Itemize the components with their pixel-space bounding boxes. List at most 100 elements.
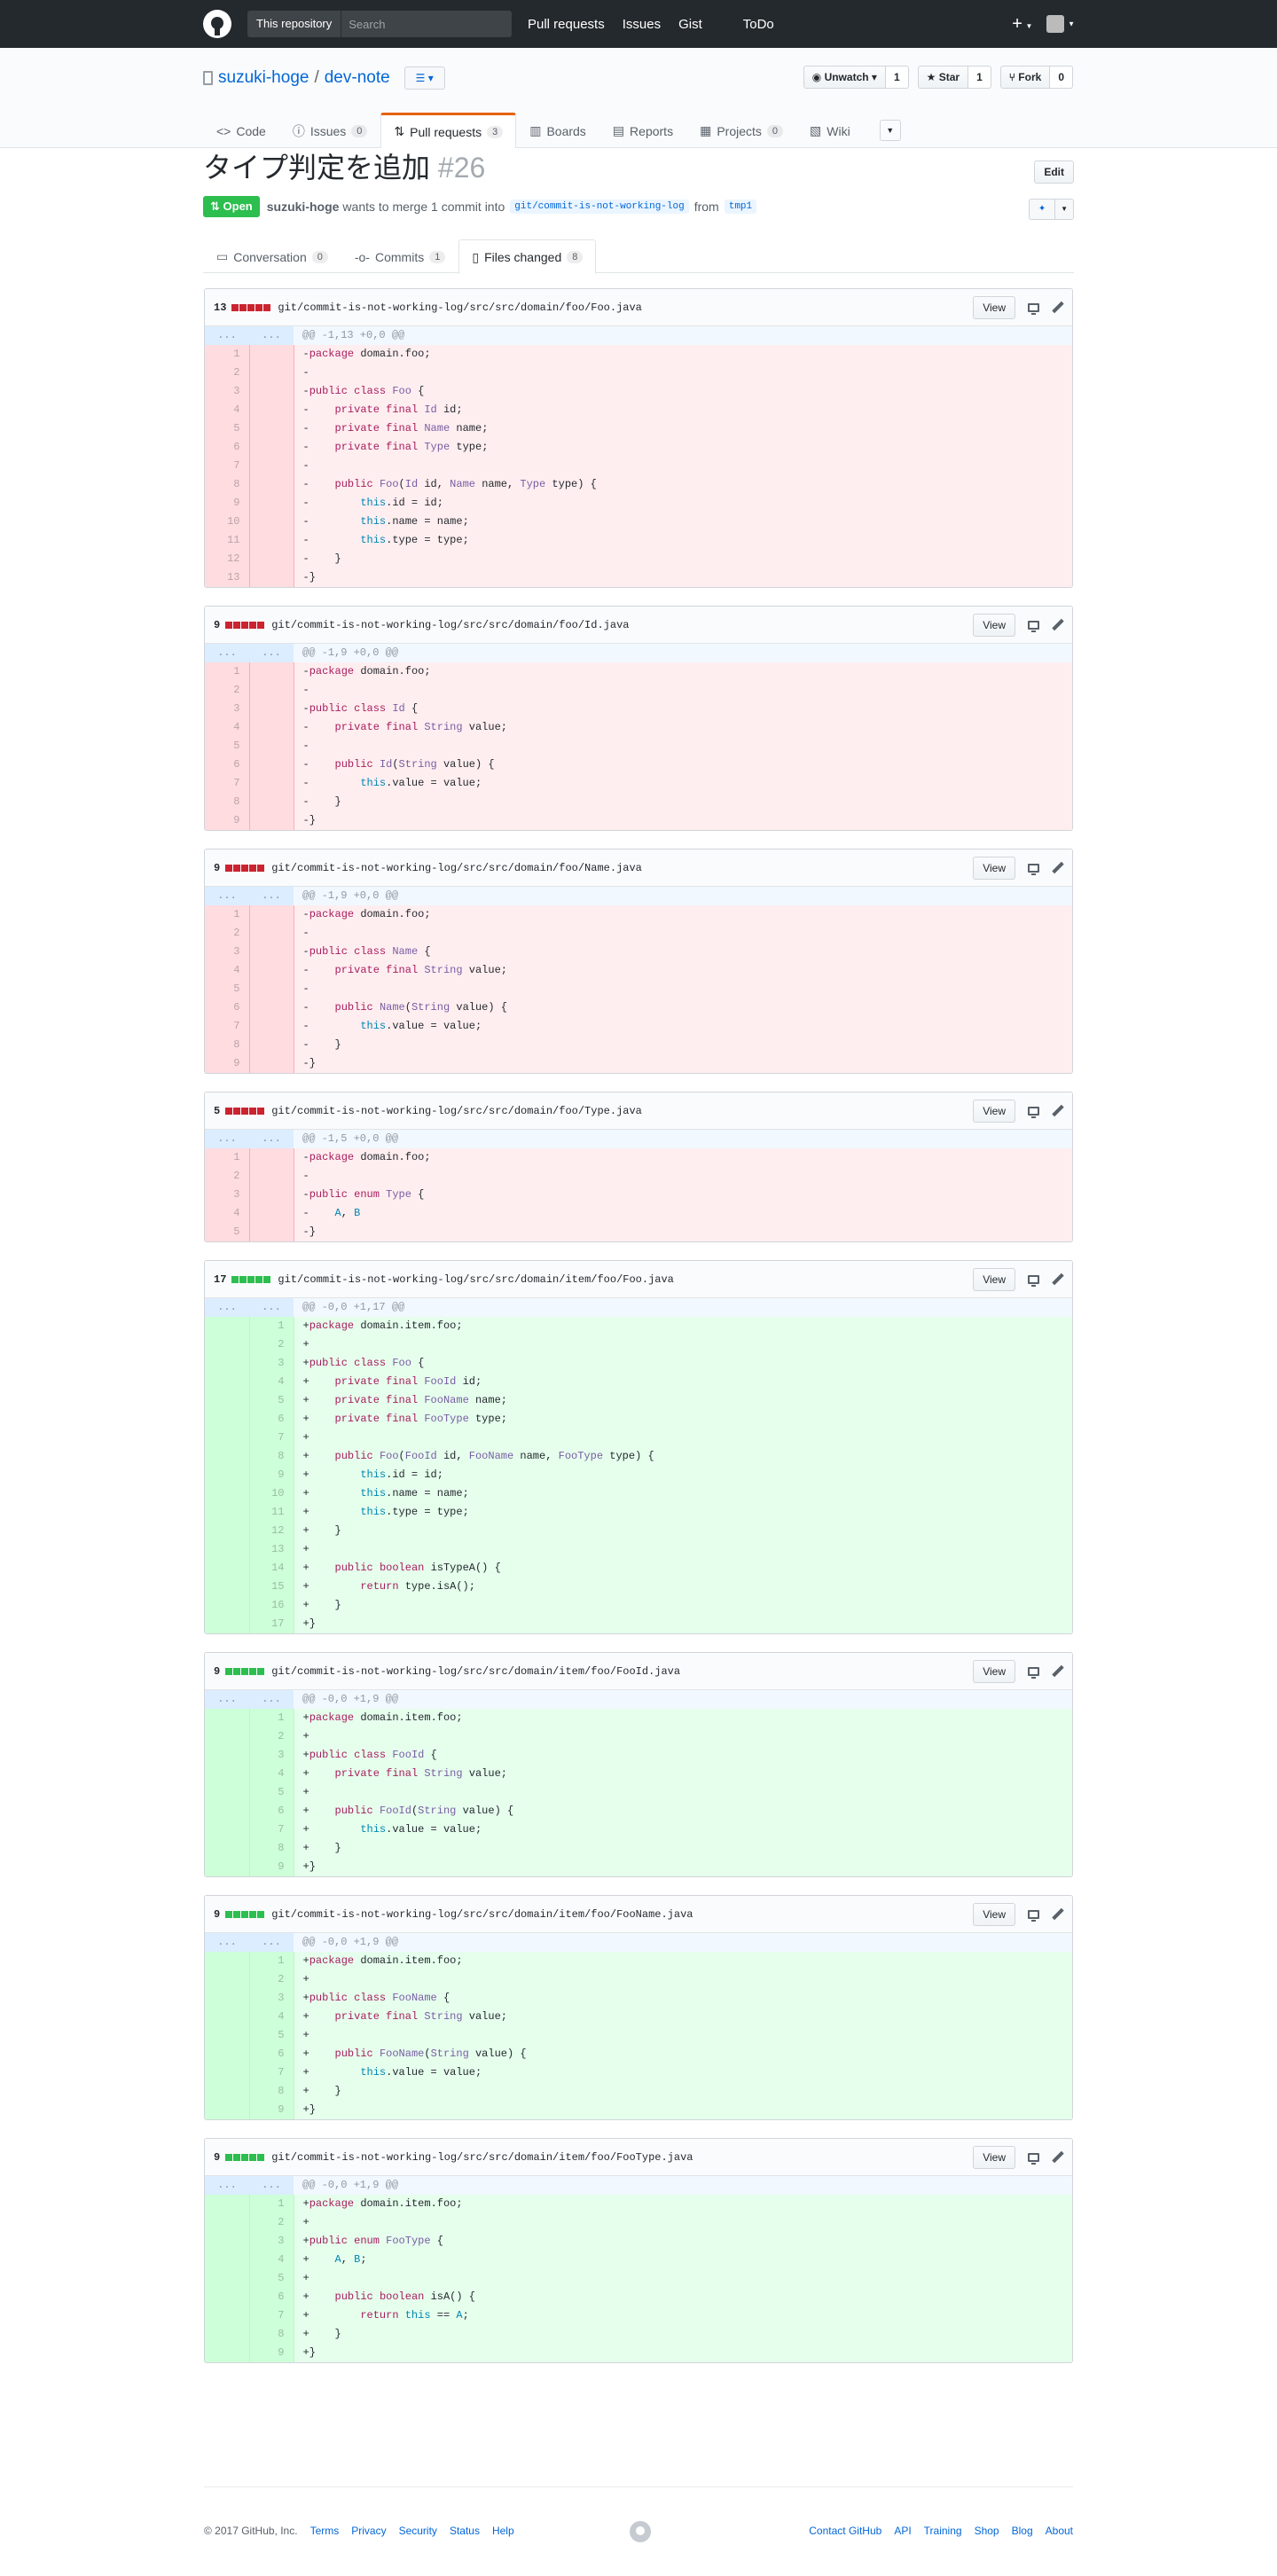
line-number-old[interactable] bbox=[205, 1727, 250, 1746]
line-number-new[interactable] bbox=[249, 905, 294, 924]
pencil-icon[interactable] bbox=[1052, 2151, 1063, 2163]
line-number-old[interactable] bbox=[205, 1540, 250, 1559]
line-number-old[interactable]: 7 bbox=[205, 457, 250, 475]
expand-up-icon[interactable]: ... bbox=[205, 644, 249, 662]
line-number-new[interactable]: 5 bbox=[249, 1391, 294, 1410]
line-number-old[interactable]: 6 bbox=[205, 438, 250, 457]
head-branch[interactable]: tmp1 bbox=[724, 200, 757, 214]
diff-settings-dropdown[interactable]: ▼ bbox=[1055, 199, 1074, 220]
line-number-new[interactable] bbox=[249, 382, 294, 401]
tab-pull-requests[interactable]: ⇅ Pull requests 3 bbox=[380, 113, 517, 148]
line-number-old[interactable] bbox=[205, 2251, 250, 2269]
line-number-old[interactable] bbox=[205, 2026, 250, 2045]
line-number-new[interactable]: 12 bbox=[249, 1522, 294, 1540]
line-number-old[interactable] bbox=[205, 1615, 250, 1633]
line-number-new[interactable] bbox=[249, 513, 294, 531]
line-number-new[interactable]: 9 bbox=[249, 2101, 294, 2119]
pencil-icon[interactable] bbox=[1052, 619, 1063, 630]
line-number-old[interactable] bbox=[205, 1559, 250, 1578]
file-path[interactable]: git/commit-is-not-working-log/src/src/do… bbox=[271, 2151, 693, 2164]
github-mark-icon[interactable] bbox=[630, 2521, 651, 2542]
line-number-old[interactable]: 9 bbox=[205, 811, 250, 830]
line-number-new[interactable]: 15 bbox=[249, 1578, 294, 1596]
line-number-new[interactable] bbox=[249, 793, 294, 811]
file-path[interactable]: git/commit-is-not-working-log/src/src/do… bbox=[271, 1908, 693, 1921]
line-number-new[interactable]: 11 bbox=[249, 1503, 294, 1522]
tab-reports[interactable]: ▤ Reports bbox=[599, 113, 686, 148]
nav-pull-requests[interactable]: Pull requests bbox=[528, 17, 605, 32]
footer-link-api[interactable]: API bbox=[894, 2525, 911, 2537]
view-file-button[interactable]: View bbox=[973, 856, 1015, 880]
line-number-new[interactable]: 2 bbox=[249, 1335, 294, 1354]
line-number-old[interactable] bbox=[205, 1503, 250, 1522]
line-number-old[interactable] bbox=[205, 2063, 250, 2082]
line-number-new[interactable]: 8 bbox=[249, 1839, 294, 1858]
diff-settings-button[interactable]: ✦ bbox=[1029, 199, 1056, 220]
expand-down-icon[interactable]: ... bbox=[249, 326, 294, 345]
tab-conversation[interactable]: ▭ Conversation 0 bbox=[203, 239, 341, 273]
line-number-old[interactable] bbox=[205, 1354, 250, 1373]
tab-commits[interactable]: -o- Commits 1 bbox=[341, 239, 458, 273]
line-number-old[interactable] bbox=[205, 1765, 250, 1783]
line-number-old[interactable] bbox=[205, 2082, 250, 2101]
line-number-old[interactable]: 4 bbox=[205, 1204, 250, 1223]
line-number-new[interactable] bbox=[249, 475, 294, 494]
line-number-new[interactable] bbox=[249, 662, 294, 681]
line-number-new[interactable]: 2 bbox=[249, 1727, 294, 1746]
line-number-new[interactable]: 5 bbox=[249, 1783, 294, 1802]
line-number-new[interactable]: 3 bbox=[249, 2232, 294, 2251]
line-number-new[interactable]: 7 bbox=[249, 1429, 294, 1447]
search-input[interactable] bbox=[341, 11, 512, 37]
line-number-old[interactable]: 8 bbox=[205, 793, 250, 811]
view-file-button[interactable]: View bbox=[973, 1099, 1015, 1123]
line-number-old[interactable]: 3 bbox=[205, 700, 250, 718]
line-number-old[interactable]: 2 bbox=[205, 364, 250, 382]
line-number-old[interactable] bbox=[205, 2344, 250, 2362]
line-number-new[interactable]: 6 bbox=[249, 2045, 294, 2063]
line-number-old[interactable]: 6 bbox=[205, 756, 250, 774]
tab-wiki[interactable]: ▧ Wiki bbox=[796, 113, 864, 148]
tab-files-changed[interactable]: ▯ Files changed 8 bbox=[458, 239, 597, 274]
line-number-old[interactable]: 10 bbox=[205, 513, 250, 531]
line-number-new[interactable] bbox=[249, 531, 294, 550]
line-number-old[interactable] bbox=[205, 1596, 250, 1615]
nav-todo[interactable]: ToDo bbox=[743, 17, 774, 32]
tab-issues[interactable]: ⓘ Issues 0 bbox=[279, 113, 381, 148]
line-number-new[interactable] bbox=[249, 700, 294, 718]
line-number-old[interactable] bbox=[205, 1522, 250, 1540]
line-number-new[interactable] bbox=[249, 681, 294, 700]
line-number-old[interactable]: 8 bbox=[205, 1036, 250, 1054]
line-number-new[interactable] bbox=[249, 943, 294, 961]
tab-code[interactable]: <> Code bbox=[203, 113, 279, 148]
line-number-old[interactable] bbox=[205, 1466, 250, 1484]
line-number-new[interactable]: 6 bbox=[249, 1802, 294, 1820]
expand-down-icon[interactable]: ... bbox=[249, 2176, 294, 2195]
line-number-old[interactable]: 4 bbox=[205, 401, 250, 419]
line-number-old[interactable] bbox=[205, 1858, 250, 1876]
file-path[interactable]: git/commit-is-not-working-log/src/src/do… bbox=[271, 1105, 642, 1117]
line-number-new[interactable] bbox=[249, 1036, 294, 1054]
line-number-new[interactable] bbox=[249, 1186, 294, 1204]
expand-down-icon[interactable]: ... bbox=[249, 1298, 294, 1317]
line-number-new[interactable] bbox=[249, 364, 294, 382]
line-number-new[interactable] bbox=[249, 494, 294, 513]
tab-boards[interactable]: ▥ Boards bbox=[516, 113, 599, 148]
line-number-old[interactable]: 3 bbox=[205, 382, 250, 401]
line-number-new[interactable]: 4 bbox=[249, 2251, 294, 2269]
line-number-new[interactable]: 2 bbox=[249, 2213, 294, 2232]
line-number-old[interactable]: 6 bbox=[205, 998, 250, 1017]
line-number-old[interactable] bbox=[205, 2269, 250, 2288]
line-number-old[interactable] bbox=[205, 2045, 250, 2063]
expand-up-icon[interactable]: ... bbox=[205, 2176, 249, 2195]
line-number-new[interactable]: 3 bbox=[249, 1354, 294, 1373]
expand-down-icon[interactable]: ... bbox=[249, 1933, 294, 1952]
view-file-button[interactable]: View bbox=[973, 295, 1015, 319]
expand-down-icon[interactable]: ... bbox=[249, 644, 294, 662]
line-number-new[interactable]: 6 bbox=[249, 2288, 294, 2306]
view-file-button[interactable]: View bbox=[973, 1659, 1015, 1683]
footer-link-about[interactable]: About bbox=[1046, 2525, 1073, 2537]
line-number-old[interactable]: 2 bbox=[205, 681, 250, 700]
line-number-new[interactable] bbox=[249, 774, 294, 793]
display-icon[interactable] bbox=[1028, 620, 1039, 632]
line-number-new[interactable]: 1 bbox=[249, 2195, 294, 2213]
